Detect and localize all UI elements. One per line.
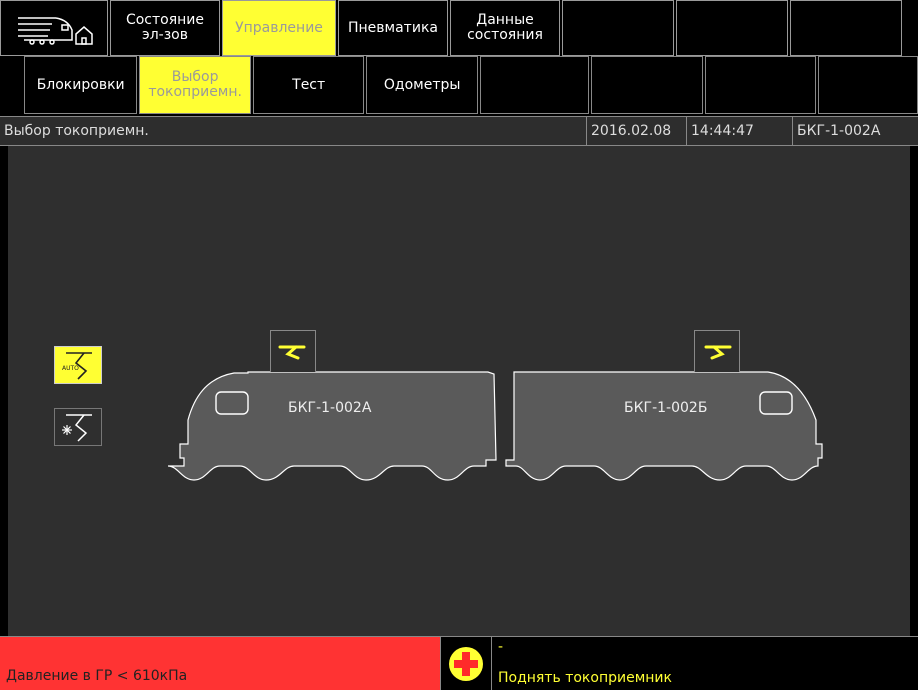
sub-menu-bar: Блокировки Выбор токоприемн. Тест Одомет… xyxy=(0,56,918,114)
subtab-pantograph-select[interactable]: Выбор токоприемн. xyxy=(139,56,251,114)
car-a-window xyxy=(215,391,249,415)
tab-pneumatics[interactable]: Пневматика xyxy=(338,0,448,56)
sub-spacer xyxy=(0,56,22,114)
pantograph-freeze-icon xyxy=(62,414,92,442)
tab-empty-3[interactable] xyxy=(790,0,902,56)
page-title: Выбор токоприемн. xyxy=(4,123,149,139)
car-b-window xyxy=(759,391,793,415)
status-time: 14:44:47 xyxy=(686,117,792,145)
status-date: 2016.02.08 xyxy=(586,117,686,145)
subtab-empty-3[interactable] xyxy=(704,56,817,114)
red-cross-alarm-icon xyxy=(449,646,483,681)
alarm-message[interactable]: Давление в ГР < 610кПа xyxy=(0,637,440,690)
subtab-empty-2[interactable] xyxy=(591,56,703,114)
unit-id: БКГ-1-002А xyxy=(792,117,918,145)
tab-control[interactable]: Управление xyxy=(222,0,336,56)
message-text: Поднять токоприемник xyxy=(498,670,672,686)
freeze-pantograph-button[interactable] xyxy=(54,408,102,446)
alarm-bar: Давление в ГР < 610кПа - Поднять токопри… xyxy=(0,636,918,690)
pantograph-raised-icon xyxy=(704,345,732,359)
subtab-empty-1[interactable] xyxy=(479,56,590,114)
subtab-locks[interactable]: Блокировки xyxy=(23,56,138,114)
pantograph-a-button[interactable] xyxy=(270,330,316,372)
car-b-body xyxy=(505,371,823,481)
subtab-odometers[interactable]: Одометры xyxy=(366,56,478,114)
main-menu-bar: Состояние эл-зов Управление Пневматика Д… xyxy=(0,0,918,56)
tab-empty-2[interactable] xyxy=(676,0,788,56)
car-a-label: БКГ-1-002А xyxy=(288,400,372,416)
locomotive-diagram xyxy=(167,371,823,481)
tab-state-data[interactable]: Данные состояния xyxy=(450,0,560,56)
home-menu-button[interactable] xyxy=(0,0,108,56)
message-dash: - xyxy=(498,639,504,655)
pantograph-raised-icon xyxy=(278,345,306,359)
auto-label: AUTO xyxy=(62,365,79,372)
status-bar: Выбор токоприемн. 2016.02.08 14:44:47 БК… xyxy=(0,116,918,146)
tab-elements-state[interactable]: Состояние эл-зов xyxy=(110,0,220,56)
subtab-empty-4[interactable] xyxy=(818,56,918,114)
pantograph-b-button[interactable] xyxy=(694,330,740,372)
car-b-label: БКГ-1-002Б xyxy=(624,400,708,416)
locomotive-home-icon xyxy=(18,17,93,45)
car-a-body xyxy=(167,371,497,481)
alarm-icon-cell[interactable] xyxy=(440,637,492,690)
auto-pantograph-button[interactable]: AUTO xyxy=(54,346,102,384)
subtab-test[interactable]: Тест xyxy=(252,56,365,114)
operator-message: - Поднять токоприемник xyxy=(492,637,918,690)
pantograph-auto-icon: AUTO xyxy=(62,352,92,380)
pantograph-selection-panel: AUTO БКГ-1-002А БКГ-1-002Б xyxy=(8,146,910,636)
tab-empty-1[interactable] xyxy=(562,0,674,56)
